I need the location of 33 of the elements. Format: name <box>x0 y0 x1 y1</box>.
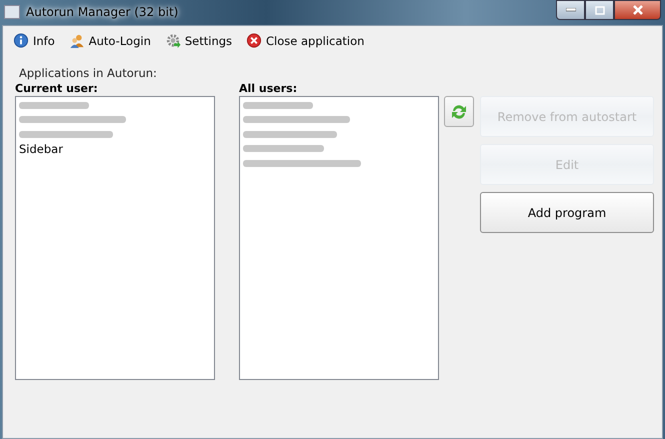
redacted-list-item[interactable] <box>19 102 89 109</box>
refresh-icon <box>450 102 468 120</box>
settings-icon <box>164 33 181 49</box>
redacted-list-item[interactable] <box>19 130 113 138</box>
redacted-list-item[interactable] <box>19 116 126 124</box>
list-label: Current user: <box>15 82 99 96</box>
toolbar-button[interactable]: Info <box>13 33 55 49</box>
toolbar-button[interactable]: Settings <box>164 33 232 49</box>
close-icon <box>246 33 262 49</box>
list-item[interactable]: Sidebar <box>19 142 211 156</box>
minimize-button[interactable] <box>556 0 585 20</box>
maximize-icon <box>594 6 604 14</box>
minimize-icon <box>566 8 576 12</box>
info-icon <box>13 33 29 49</box>
redacted-list-item[interactable] <box>243 145 324 152</box>
redacted-list-item[interactable] <box>243 160 361 167</box>
redacted-list-item[interactable] <box>243 130 337 138</box>
action-button[interactable]: Add program <box>480 192 654 233</box>
app-icon <box>4 5 20 19</box>
list-label: All users: <box>239 82 298 96</box>
toolbar-button[interactable]: Auto-Login <box>68 33 151 49</box>
toolbar-button[interactable]: Close application <box>246 33 364 49</box>
section-title: Applications in Autorun: <box>19 66 158 80</box>
window-title: Autorun Manager (32 bit) <box>26 5 180 19</box>
close-button[interactable] <box>614 0 661 20</box>
maximize-button[interactable] <box>585 0 614 20</box>
application-list[interactable]: Sidebar <box>15 96 215 380</box>
close-icon <box>632 5 644 15</box>
redacted-list-item[interactable] <box>243 102 313 109</box>
application-list[interactable] <box>239 96 439 380</box>
redacted-list-item[interactable] <box>243 116 350 124</box>
refresh-button[interactable] <box>444 96 474 127</box>
users-icon <box>68 33 85 49</box>
